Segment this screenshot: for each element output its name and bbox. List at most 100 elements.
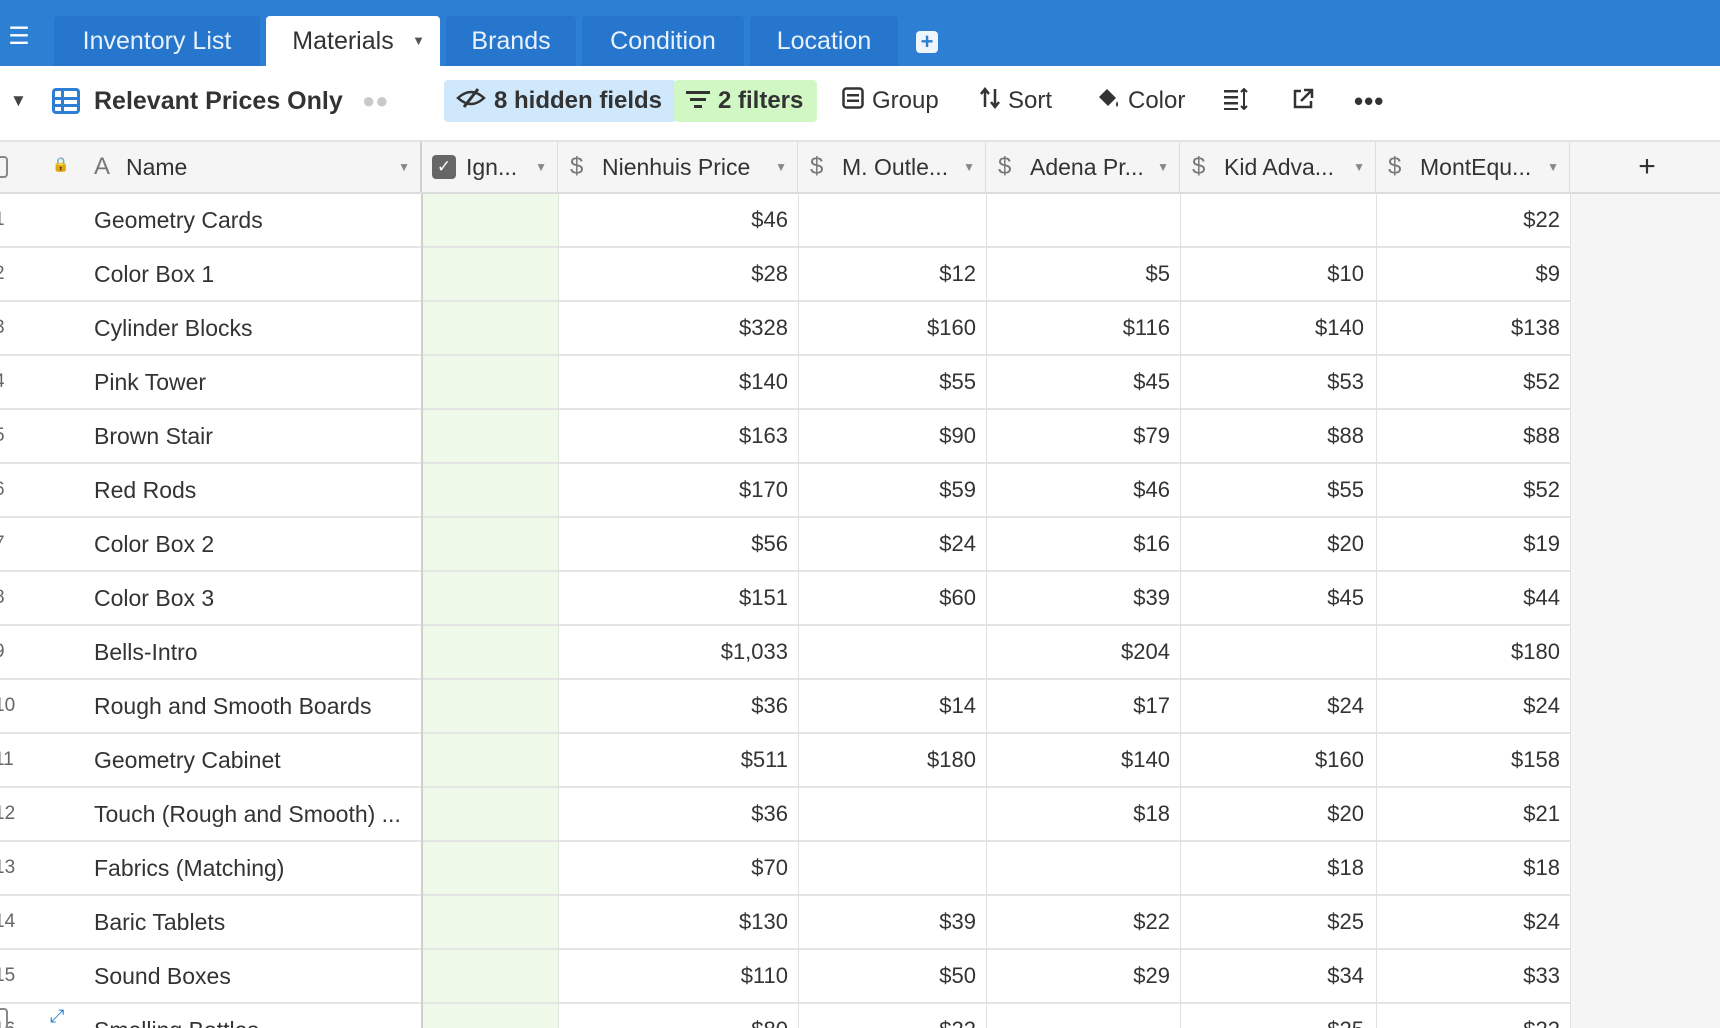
- table-row[interactable]: 3 Cylinder Blocks $328$160$116$140$138: [0, 302, 1570, 356]
- nienhuis-price-cell[interactable]: $46: [558, 194, 788, 246]
- table-row[interactable]: 1 Geometry Cards $46 $22: [0, 194, 1570, 248]
- add-table-icon[interactable]: +: [916, 31, 938, 53]
- montequ-price-cell[interactable]: $88: [1376, 410, 1560, 462]
- nienhuis-price-cell[interactable]: $151: [558, 572, 788, 624]
- sort-button[interactable]: Sort: [980, 80, 1052, 122]
- table-row[interactable]: 9 Bells-Intro $1,033 $204 $180: [0, 626, 1570, 680]
- name-cell[interactable]: Bells-Intro: [94, 626, 412, 678]
- m-outlet-price-cell[interactable]: $22: [798, 1004, 976, 1028]
- table-row[interactable]: 2 Color Box 1 $28$12$5$10$9: [0, 248, 1570, 302]
- m-outlet-price-cell[interactable]: $160: [798, 302, 976, 354]
- filter-button[interactable]: 2 filters: [674, 80, 818, 122]
- table-row[interactable]: 14 Baric Tablets $130$39$22$25$24: [0, 896, 1570, 950]
- table-row[interactable]: 13 Fabrics (Matching) $70 $18$18: [0, 842, 1570, 896]
- view-switcher-caret-icon[interactable]: ▼: [10, 80, 27, 122]
- nienhuis-price-cell[interactable]: $28: [558, 248, 788, 300]
- adena-price-cell[interactable]: $22: [986, 896, 1170, 948]
- adena-price-cell[interactable]: $17: [986, 680, 1170, 732]
- share-view-icon[interactable]: [1292, 80, 1314, 122]
- adena-price-cell[interactable]: [986, 1004, 1170, 1028]
- column-caret-icon[interactable]: ▼: [535, 142, 547, 192]
- m-outlet-price-cell[interactable]: [798, 788, 976, 840]
- m-outlet-price-cell[interactable]: $55: [798, 356, 976, 408]
- column-header-kid-advance[interactable]: $ Kid Adva... ▼: [1180, 142, 1376, 192]
- table-row[interactable]: 7 Color Box 2 $56$24$16$20$19: [0, 518, 1570, 572]
- tab-dropdown-caret-icon[interactable]: ▼: [412, 16, 425, 66]
- collaborative-view-icon[interactable]: ●●: [362, 80, 389, 122]
- view-name[interactable]: Relevant Prices Only: [94, 80, 343, 122]
- table-row[interactable]: 6 Red Rods $170$59$46$55$52: [0, 464, 1570, 518]
- nienhuis-price-cell[interactable]: $130: [558, 896, 788, 948]
- column-caret-icon[interactable]: ▼: [775, 142, 787, 192]
- adena-price-cell[interactable]: [986, 842, 1170, 894]
- table-row[interactable]: 8 Color Box 3 $151$60$39$45$44: [0, 572, 1570, 626]
- m-outlet-price-cell[interactable]: $180: [798, 734, 976, 786]
- kid-advance-price-cell[interactable]: $34: [1180, 950, 1364, 1002]
- name-cell[interactable]: Brown Stair: [94, 410, 412, 462]
- name-cell[interactable]: Touch (Rough and Smooth) ...: [94, 788, 412, 840]
- kid-advance-price-cell[interactable]: $160: [1180, 734, 1364, 786]
- column-header-adena-price[interactable]: $ Adena Pr... ▼: [986, 142, 1180, 192]
- hide-fields-button[interactable]: 8 hidden fields: [444, 80, 677, 122]
- m-outlet-price-cell[interactable]: [798, 626, 976, 678]
- tab-inventory-list[interactable]: Inventory List: [54, 16, 260, 66]
- table-row[interactable]: 15 Sound Boxes $110$50$29$34$33: [0, 950, 1570, 1004]
- montequ-price-cell[interactable]: $24: [1376, 896, 1560, 948]
- column-caret-icon[interactable]: ▼: [1547, 142, 1559, 192]
- table-row[interactable]: 10Rough and Smooth Boards$36$14$17$24$24: [0, 680, 1570, 734]
- montequ-price-cell[interactable]: $52: [1376, 464, 1560, 516]
- adena-price-cell[interactable]: $5: [986, 248, 1170, 300]
- kid-advance-price-cell[interactable]: $53: [1180, 356, 1364, 408]
- kid-advance-price-cell[interactable]: [1180, 194, 1364, 246]
- kid-advance-price-cell[interactable]: $25: [1180, 896, 1364, 948]
- expand-record-icon[interactable]: ⤢: [50, 1006, 64, 1027]
- nienhuis-price-cell[interactable]: $110: [558, 950, 788, 1002]
- name-cell[interactable]: Fabrics (Matching): [94, 842, 412, 894]
- color-button[interactable]: Color: [1096, 80, 1185, 122]
- name-cell[interactable]: Color Box 1: [94, 248, 412, 300]
- m-outlet-price-cell[interactable]: $50: [798, 950, 976, 1002]
- montequ-price-cell[interactable]: $24: [1376, 680, 1560, 732]
- nienhuis-price-cell[interactable]: $36: [558, 788, 788, 840]
- adena-price-cell[interactable]: $16: [986, 518, 1170, 570]
- montequ-price-cell[interactable]: $19: [1376, 518, 1560, 570]
- kid-advance-price-cell[interactable]: $55: [1180, 464, 1364, 516]
- name-cell[interactable]: Red Rods: [94, 464, 412, 516]
- name-cell[interactable]: Color Box 3: [94, 572, 412, 624]
- montequ-price-cell[interactable]: $138: [1376, 302, 1560, 354]
- montequ-price-cell[interactable]: $21: [1376, 788, 1560, 840]
- nienhuis-price-cell[interactable]: $36: [558, 680, 788, 732]
- table-row[interactable]: 4 Pink Tower $140$55$45$53$52: [0, 356, 1570, 410]
- montequ-price-cell[interactable]: $33: [1376, 950, 1560, 1002]
- kid-advance-price-cell[interactable]: $10: [1180, 248, 1364, 300]
- column-header-name[interactable]: A Name ▼: [0, 142, 422, 192]
- m-outlet-price-cell[interactable]: [798, 842, 976, 894]
- name-cell[interactable]: Smelling Bottles: [94, 1004, 412, 1028]
- m-outlet-price-cell[interactable]: $39: [798, 896, 976, 948]
- column-caret-icon[interactable]: ▼: [1353, 142, 1365, 192]
- kid-advance-price-cell[interactable]: $25: [1180, 1004, 1364, 1028]
- name-cell[interactable]: Pink Tower: [94, 356, 412, 408]
- montequ-price-cell[interactable]: $18: [1376, 842, 1560, 894]
- kid-advance-price-cell[interactable]: $18: [1180, 842, 1364, 894]
- m-outlet-price-cell[interactable]: $60: [798, 572, 976, 624]
- more-options-icon[interactable]: •••: [1354, 80, 1384, 122]
- kid-advance-price-cell[interactable]: $45: [1180, 572, 1364, 624]
- row-checkbox[interactable]: [0, 1008, 8, 1028]
- montequ-price-cell[interactable]: $180: [1376, 626, 1560, 678]
- m-outlet-price-cell[interactable]: $90: [798, 410, 976, 462]
- nienhuis-price-cell[interactable]: $511: [558, 734, 788, 786]
- name-cell[interactable]: Baric Tablets: [94, 896, 412, 948]
- m-outlet-price-cell[interactable]: $12: [798, 248, 976, 300]
- m-outlet-price-cell[interactable]: [798, 194, 976, 246]
- row-height-icon[interactable]: [1224, 80, 1248, 122]
- montequ-price-cell[interactable]: $158: [1376, 734, 1560, 786]
- adena-price-cell[interactable]: $116: [986, 302, 1170, 354]
- adena-price-cell[interactable]: $140: [986, 734, 1170, 786]
- column-caret-icon[interactable]: ▼: [398, 142, 410, 192]
- group-button[interactable]: Group: [842, 80, 939, 122]
- table-row[interactable]: 5Brown Stair$163$90$79$88$88: [0, 410, 1570, 464]
- hamburger-menu-icon[interactable]: ☰: [4, 24, 34, 50]
- adena-price-cell[interactable]: $46: [986, 464, 1170, 516]
- adena-price-cell[interactable]: $204: [986, 626, 1170, 678]
